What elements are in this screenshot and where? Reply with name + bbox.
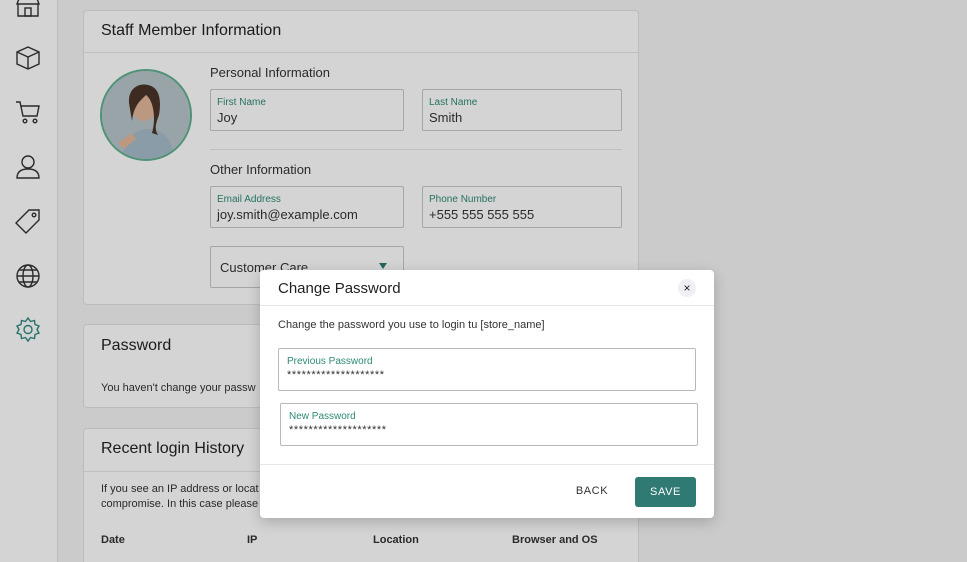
save-button[interactable]: SAVE [635, 477, 696, 507]
dialog-description: Change the password you use to login tu … [278, 319, 545, 331]
close-icon[interactable]: × [678, 279, 696, 297]
divider [260, 305, 714, 306]
change-password-dialog: Change Password × Change the password yo… [260, 270, 714, 518]
previous-password-field[interactable]: Previous Password ******************** [278, 348, 696, 391]
new-password-label: New Password [289, 411, 356, 422]
new-password-field[interactable]: New Password ******************** [280, 403, 698, 446]
new-password-value: ******************** [289, 424, 387, 436]
divider [260, 464, 714, 465]
back-button[interactable]: BACK [567, 477, 617, 505]
dialog-title: Change Password [278, 280, 401, 297]
previous-password-label: Previous Password [287, 356, 373, 367]
previous-password-value: ******************** [287, 369, 385, 381]
